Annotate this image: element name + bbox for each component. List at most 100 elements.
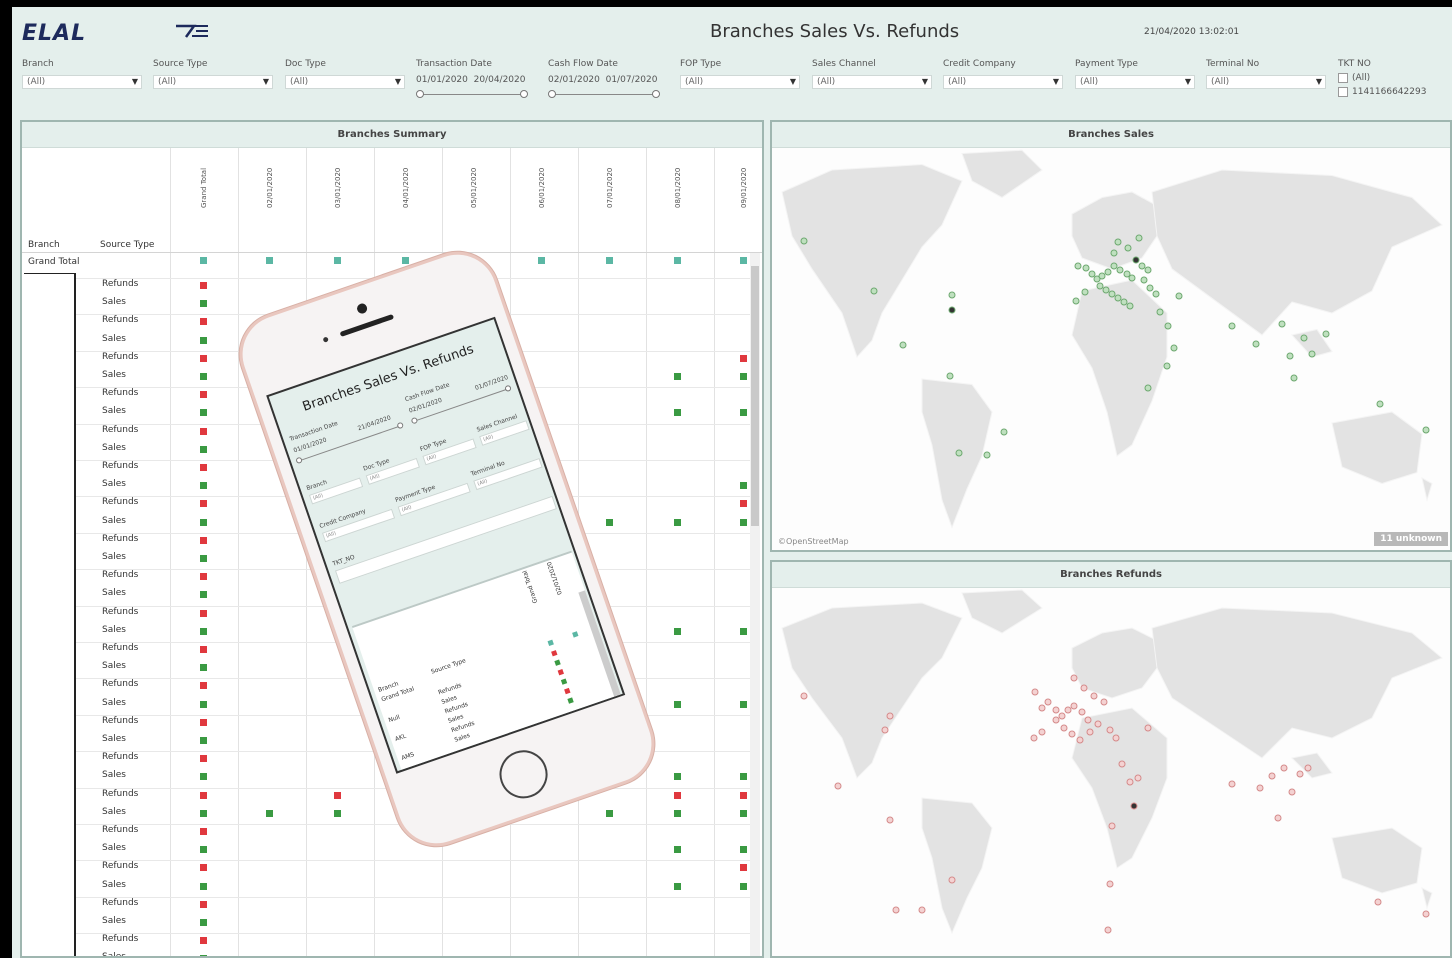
refund-marker[interactable]: [200, 500, 207, 508]
credit-company-select[interactable]: (All) ▼: [943, 75, 1063, 89]
branch-location-marker[interactable]: [1228, 780, 1236, 788]
branch-location-marker[interactable]: [1146, 284, 1154, 292]
branch-location-marker[interactable]: [1080, 684, 1088, 692]
branch-location-marker[interactable]: [1064, 706, 1072, 714]
branch-location-marker[interactable]: [955, 449, 963, 457]
branch-location-marker[interactable]: [1156, 308, 1164, 316]
refund-marker[interactable]: [200, 682, 207, 690]
sales-marker[interactable]: [200, 336, 207, 344]
grand-total-marker[interactable]: [606, 257, 613, 264]
branch-location-marker[interactable]: [1175, 292, 1183, 300]
branch-location-marker[interactable]: [1038, 728, 1046, 736]
refund-marker[interactable]: [740, 500, 747, 508]
refund-marker[interactable]: [200, 937, 207, 945]
branch-location-marker[interactable]: [1070, 674, 1078, 682]
branch-location-marker[interactable]: [800, 237, 808, 245]
scrollbar-thumb[interactable]: [751, 266, 759, 526]
branch-location-marker[interactable]: [1322, 330, 1330, 338]
branch-location-marker[interactable]: [1144, 724, 1152, 732]
slider-handle[interactable]: [295, 456, 303, 465]
sales-marker[interactable]: [200, 700, 207, 708]
sales-marker[interactable]: [606, 809, 613, 817]
sales-marker[interactable]: [567, 697, 574, 704]
sales-marker[interactable]: [200, 664, 207, 672]
slider-end-handle[interactable]: [520, 90, 528, 98]
sales-marker[interactable]: [200, 300, 207, 308]
branch-location-marker[interactable]: [1088, 270, 1096, 278]
branch-location-marker[interactable]: [1098, 272, 1106, 280]
terminal-no-select[interactable]: (All) ▼: [1206, 75, 1326, 89]
branch-location-marker[interactable]: [1308, 350, 1316, 358]
transaction-date-slider[interactable]: [416, 90, 528, 98]
map-attribution[interactable]: ©OpenStreetMap: [778, 537, 849, 546]
branch-location-marker[interactable]: [1052, 716, 1060, 724]
sales-marker[interactable]: [200, 737, 207, 744]
branch-location-marker[interactable]: [1081, 288, 1089, 296]
branch-location-marker[interactable]: [1124, 244, 1132, 252]
refund-marker[interactable]: [200, 900, 207, 908]
branch-location-marker[interactable]: [1152, 290, 1160, 298]
branch-location-marker[interactable]: [1084, 716, 1092, 724]
phone-terminal-no-select[interactable]: (All): [473, 457, 543, 491]
doc-type-select[interactable]: (All) ▼: [285, 75, 405, 89]
branch-location-marker[interactable]: [1090, 692, 1098, 700]
branch-location-marker[interactable]: [1030, 734, 1038, 742]
branch-location-marker[interactable]: [1052, 706, 1060, 714]
branch-location-marker[interactable]: [1082, 264, 1090, 272]
branch-location-marker[interactable]: [983, 451, 991, 459]
branch-location-marker[interactable]: [1304, 764, 1312, 772]
sales-marker[interactable]: [674, 882, 681, 890]
branch-location-marker[interactable]: [1164, 322, 1172, 330]
grand-total-marker[interactable]: [334, 257, 341, 264]
grand-total-marker[interactable]: [740, 257, 747, 264]
branch-location-marker[interactable]: [1108, 290, 1116, 298]
refunds-map[interactable]: [772, 588, 1450, 956]
branch-location-marker[interactable]: [1106, 880, 1114, 888]
branch-location-marker[interactable]: [1278, 320, 1286, 328]
cash-flow-date-slider[interactable]: [548, 90, 660, 98]
sales-marker[interactable]: [740, 482, 747, 490]
grand-total-marker[interactable]: [402, 257, 409, 264]
branch-location-marker[interactable]: [1076, 736, 1084, 744]
branch-location-marker[interactable]: [1140, 276, 1148, 284]
sales-marker[interactable]: [740, 700, 747, 708]
refund-marker[interactable]: [564, 687, 571, 695]
sales-marker[interactable]: [674, 700, 681, 708]
sales-marker[interactable]: [200, 482, 207, 490]
branch-location-marker[interactable]: [1288, 788, 1296, 796]
branch-location-marker[interactable]: [1000, 428, 1008, 436]
refund-marker[interactable]: [200, 791, 207, 799]
branch-location-marker[interactable]: [1144, 384, 1152, 392]
sales-marker[interactable]: [606, 518, 613, 526]
branch-select[interactable]: (All) ▼: [22, 75, 142, 89]
branch-location-marker[interactable]: [1104, 926, 1112, 934]
branch-location-marker[interactable]: [1060, 724, 1068, 732]
refund-marker[interactable]: [200, 282, 207, 289]
branch-location-marker[interactable]: [1170, 344, 1178, 352]
refund-marker[interactable]: [740, 354, 747, 362]
sales-marker[interactable]: [674, 846, 681, 854]
sales-marker[interactable]: [740, 882, 747, 890]
branch-location-marker[interactable]: [1118, 760, 1126, 768]
refund-marker[interactable]: [200, 573, 207, 581]
branch-location-marker[interactable]: [948, 291, 956, 299]
checkbox[interactable]: [1338, 73, 1348, 83]
branch-location-marker[interactable]: [892, 906, 900, 914]
sales-marker[interactable]: [740, 773, 747, 781]
slider-end-handle[interactable]: [652, 90, 660, 98]
sales-marker[interactable]: [554, 659, 561, 666]
branch-location-marker[interactable]: [1130, 802, 1138, 810]
branch-location-marker[interactable]: [1074, 262, 1082, 270]
refund-marker[interactable]: [200, 427, 207, 435]
branch-location-marker[interactable]: [1138, 262, 1146, 270]
refund-marker[interactable]: [200, 464, 207, 471]
sales-marker[interactable]: [560, 678, 568, 685]
branch-location-marker[interactable]: [1104, 268, 1112, 276]
tkt-option-number[interactable]: 1141166642293: [1338, 87, 1426, 97]
branch-location-marker[interactable]: [1126, 778, 1134, 786]
sales-marker[interactable]: [674, 373, 681, 380]
sales-marker[interactable]: [200, 955, 207, 956]
sales-marker[interactable]: [674, 809, 681, 817]
branch-location-marker[interactable]: [1068, 730, 1076, 738]
payment-type-select[interactable]: (All) ▼: [1075, 75, 1195, 89]
